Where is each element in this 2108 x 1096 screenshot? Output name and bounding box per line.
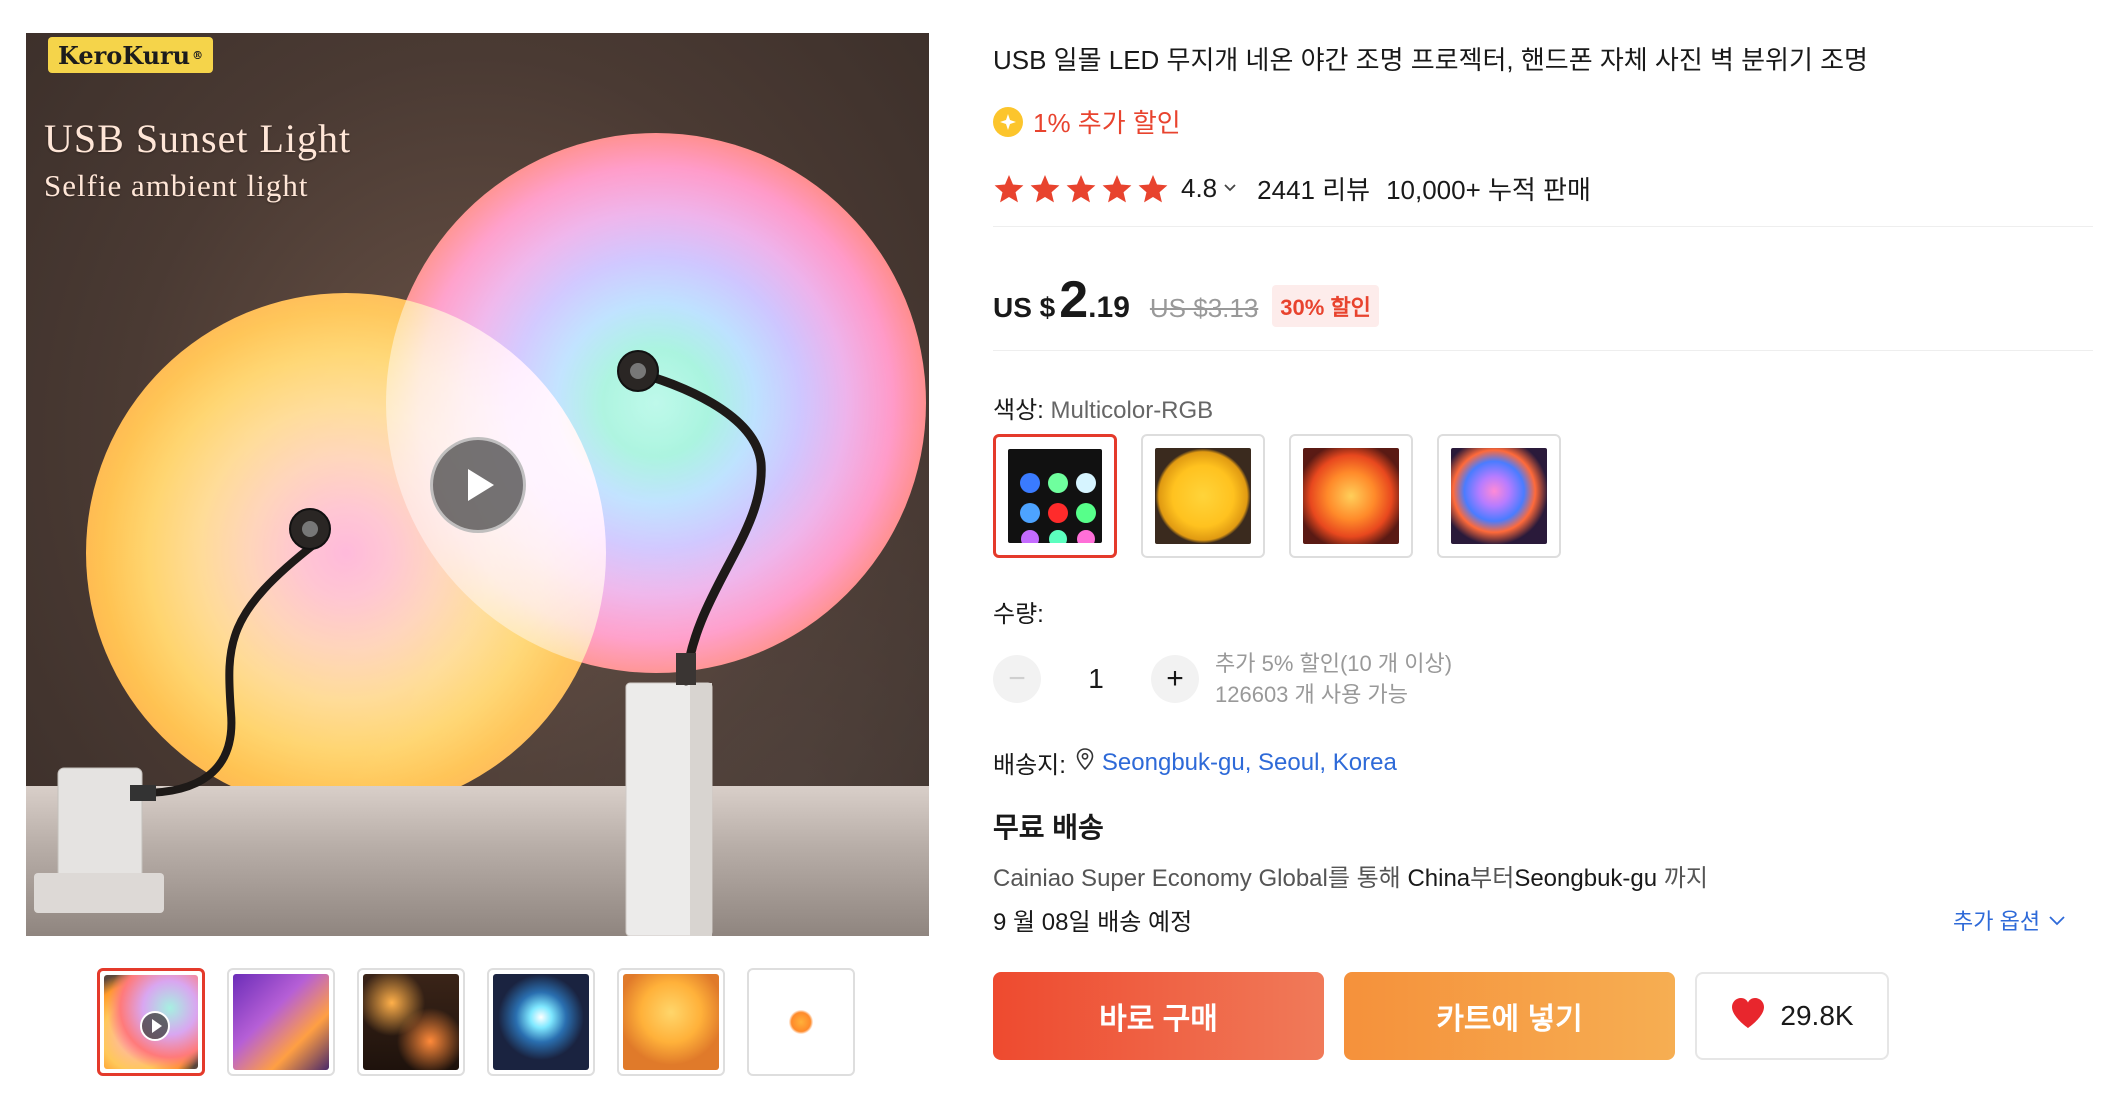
selected-color: Multicolor-RGB: [1050, 397, 1214, 424]
original-price: US $3.13: [1149, 293, 1259, 323]
quantity-note: 추가 5% 할인(10 개 이상) 126603 개 사용 가능: [1215, 648, 1452, 710]
thumbnail-6[interactable]: [747, 968, 855, 1076]
add-to-cart-button[interactable]: 카트에 넣기: [1344, 972, 1675, 1060]
play-icon: [140, 1011, 170, 1041]
free-shipping: 무료 배송: [993, 812, 1104, 843]
video-thumbnail[interactable]: [97, 968, 205, 1076]
star-icon: [1102, 174, 1132, 202]
play-icon: [468, 469, 494, 501]
rating-stars: [993, 173, 1169, 205]
star-icon: [1030, 174, 1060, 202]
ship-to-row: 배송지: Seongbuk-gu, Seoul, Korea: [993, 745, 1397, 780]
quantity-stepper: − + 추가 5% 할인(10 개 이상) 126603 개 사용 가능: [993, 648, 1452, 710]
star-icon: [994, 174, 1024, 202]
price-decimal: .19: [1088, 291, 1130, 324]
thumbnail-strip: [97, 968, 855, 1076]
extra-discount-label: 1% 추가 할인: [1033, 108, 1181, 138]
quantity-decrease-button[interactable]: −: [993, 655, 1041, 703]
color-label: 색상: Multicolor-RGB: [993, 397, 1214, 424]
coin-icon: [993, 106, 1023, 137]
star-icon: [1066, 174, 1096, 202]
wishlist-button[interactable]: 29.8K: [1695, 972, 1889, 1060]
chevron-down-icon[interactable]: [1223, 180, 1237, 198]
chevron-down-icon: [2048, 907, 2066, 933]
brand-badge: KeroKuru ®: [48, 37, 214, 73]
headline-line1: USB Sunset Light: [44, 116, 352, 161]
video-play-button[interactable]: [430, 437, 526, 533]
bulk-discount-note: 추가 5% 할인(10 개 이상): [1215, 651, 1453, 676]
more-options-link[interactable]: 추가 옵션: [1953, 904, 2066, 936]
ship-to-label: 배송지:: [993, 752, 1066, 779]
headline-line2: Selfie ambient light: [44, 168, 309, 203]
quantity-label: 수량:: [993, 601, 1044, 628]
thumbnail-2[interactable]: [227, 968, 335, 1076]
quantity-input[interactable]: [1041, 655, 1151, 703]
stock-available: 126603 개 사용 가능: [1215, 682, 1408, 707]
buy-now-button[interactable]: 바로 구매: [993, 972, 1324, 1060]
swatch-2[interactable]: [1141, 434, 1265, 558]
wishlist-count: 29.8K: [1780, 1000, 1854, 1031]
ship-location-link[interactable]: Seongbuk-gu, Seoul, Korea: [1102, 749, 1397, 777]
star-icon: [1138, 174, 1168, 202]
review-count[interactable]: 2441 리뷰: [1257, 170, 1370, 207]
quantity-increase-button[interactable]: +: [1151, 655, 1199, 703]
image-headline: USB Sunset Light Selfie ambient light: [44, 115, 351, 204]
price-row: US $ 2 .19 US $3.13 30% 할인: [993, 270, 1379, 330]
rating-value[interactable]: 4.8: [1181, 173, 1217, 204]
price-currency: US $: [993, 292, 1056, 323]
extra-discount: 1% 추가 할인: [993, 103, 1181, 140]
swatch-3[interactable]: [1289, 434, 1413, 558]
rating-row: 4.8 2441 리뷰 10,000+ 누적 판매: [993, 170, 1591, 207]
color-swatches: [993, 434, 1561, 558]
swatch-multicolor-rgb[interactable]: [993, 434, 1117, 558]
swatch-4[interactable]: [1437, 434, 1561, 558]
divider: [993, 350, 2093, 351]
location-pin-icon: [1076, 748, 1094, 777]
delivery-estimate: 9 월 08일 배송 예정: [993, 909, 1193, 936]
thumbnail-3[interactable]: [357, 968, 465, 1076]
product-title: USB 일몰 LED 무지개 네온 야간 조명 프로젝터, 핸드폰 자체 사진 …: [993, 45, 1868, 75]
sold-count: 10,000+ 누적 판매: [1386, 175, 1591, 205]
thumbnail-5[interactable]: [617, 968, 725, 1076]
action-buttons: 바로 구매 카트에 넣기 29.8K: [993, 972, 1889, 1060]
divider: [993, 226, 2093, 227]
main-product-image[interactable]: KeroKuru ® USB Sunset Light Selfie ambien…: [26, 33, 929, 936]
price-integer: 2: [1059, 271, 1089, 329]
heart-icon: [1730, 997, 1766, 1036]
shipping-method: Cainiao Super Economy Global를 통해 China부터…: [993, 865, 1708, 892]
thumbnail-4[interactable]: [487, 968, 595, 1076]
discount-badge: 30% 할인: [1272, 285, 1379, 327]
